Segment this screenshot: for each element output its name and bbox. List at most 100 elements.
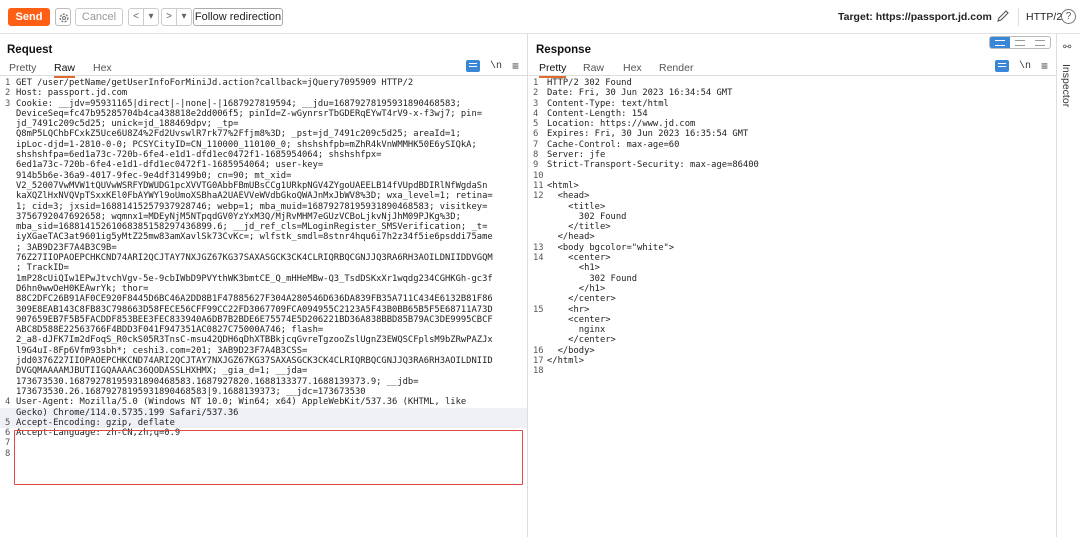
line-text: </html>	[547, 356, 585, 367]
code-line: 17 </html>	[529, 356, 1056, 366]
menu-icon[interactable]: ≡	[512, 60, 519, 72]
line-number: 8	[533, 150, 539, 161]
code-line: Gecko) Chrome/114.0.5735.199 Safari/537.…	[0, 407, 527, 418]
line-text: <head>	[547, 191, 590, 202]
response-tabs: Pretty Raw Hex Render \n ≡	[529, 60, 1056, 78]
code-line: ipLoc-djd=1-2810-0-0; PCSYCityID=CN_1100…	[0, 140, 527, 150]
line-text: D6hn0wwOeH0KEAwrYk; thor=	[16, 283, 149, 294]
response-editor[interactable]: 1 HTTP/2 302 Found 2 Date: Fri, 30 Jun 2023…	[529, 78, 1056, 537]
cancel-button[interactable]: Cancel	[75, 8, 123, 26]
inspector-icon[interactable]: ⚯	[1063, 42, 1071, 53]
newline-toggle-icon[interactable]: \n	[1019, 61, 1031, 72]
code-line: 11 <html>	[529, 181, 1056, 191]
http-version-label[interactable]: HTTP/2	[1026, 11, 1062, 23]
line-number: 12	[533, 191, 544, 202]
code-line: 88C2DFC26B91AF0CE920F8445D6BC46A2DD8B1F4…	[0, 294, 527, 304]
inspector-sidebar[interactable]: ⚯ Inspector	[1056, 34, 1080, 537]
code-line: 2_a8-dJFK7Im2dFoqS_R0ckS05R3TnsC-msu42QD…	[0, 335, 527, 345]
code-line: 173673530.26.16879278195931890468583|9.1…	[0, 387, 527, 397]
code-line: jdd0376Z27IIOPAOEPCHKCND74ARI2QCJTAY7NXJ…	[0, 356, 527, 366]
line-text: ipLoc-djd=1-2810-0-0; PCSYCityID=CN_1100…	[16, 139, 477, 150]
help-icon[interactable]: ?	[1061, 9, 1076, 24]
tab-pretty[interactable]: Pretty	[9, 62, 36, 74]
line-text: Cookie: __jdv=95931165|direct|-|none|-|1…	[16, 98, 461, 109]
line-text: DVGQMAAAAMJBUTIIGQAAAAC36QODASSLHXHMX; _…	[16, 366, 308, 377]
actions-icon[interactable]	[994, 60, 1009, 72]
line-number: 14	[533, 253, 544, 264]
tab-render[interactable]: Render	[659, 62, 693, 74]
code-line: iyXGaeTAC3at9601ig5yMtZ25mw83amXavlSk73C…	[0, 232, 527, 242]
tab-raw[interactable]: Raw	[583, 62, 604, 74]
line-text: 914b5b6e-36a9-4017-9fec-9e4df31499b0; cn…	[16, 170, 292, 181]
inspector-label[interactable]: Inspector	[1060, 64, 1072, 107]
code-line: 907659EB7F5B5FACDDF853BEE3FEC833940A6DB7…	[0, 315, 527, 325]
line-text: Strict-Transport-Security: max-age=86400	[547, 160, 759, 171]
line-text: nginx	[547, 325, 606, 336]
line-text: <html>	[547, 180, 579, 191]
code-line: ABC8D588E22563766F4BDD3F041F947351AC0827…	[0, 325, 527, 335]
code-line: </center>	[529, 335, 1056, 345]
line-text: Expires: Fri, 30 Jun 2023 16:35:54 GMT	[547, 129, 749, 140]
line-text: shshshfpa=6ed1a73c-720b-6fe4-e1d1-dfd1ec…	[16, 150, 382, 161]
line-number: 10	[533, 170, 544, 181]
code-line: <h1>	[529, 263, 1056, 273]
tab-raw[interactable]: Raw	[54, 62, 76, 78]
line-number: 7	[5, 438, 11, 449]
response-title: Response	[536, 44, 591, 56]
tab-pretty[interactable]: Pretty	[539, 62, 567, 78]
tab-hex[interactable]: Hex	[623, 62, 642, 74]
code-line: 12 <head>	[529, 191, 1056, 201]
code-line: 4 Content-Length: 154	[529, 109, 1056, 119]
line-text: <center>	[547, 253, 611, 264]
code-line: kaXQZlHxNVQVpTSxxKEl0FbAYWYl9oUmoXSBhaA2…	[0, 191, 527, 201]
line-number: 15	[533, 304, 544, 315]
line-text: Q8mP5LQChbFCxkZ5Uce6U8Z4%2Fd2UvswlR7rk77…	[16, 129, 461, 140]
actions-icon[interactable]	[465, 60, 480, 72]
follow-redirection-button[interactable]: Follow redirection	[193, 8, 283, 26]
back-nav-group[interactable]: < ▾	[128, 8, 159, 26]
code-line: </h1>	[529, 284, 1056, 294]
line-text: <hr>	[547, 304, 590, 315]
forward-dropdown-icon[interactable]: ▾	[177, 9, 191, 25]
forward-button[interactable]: >	[162, 9, 176, 25]
line-text: GET /user/petName/getUserInfoForMiniJd.a…	[16, 78, 414, 88]
request-title: Request	[7, 44, 53, 56]
line-text: <title>	[547, 201, 606, 212]
newline-toggle-icon[interactable]: \n	[490, 61, 502, 72]
line-text: <body bgcolor="white">	[547, 242, 675, 253]
send-button[interactable]: Send	[8, 8, 50, 26]
tab-hex[interactable]: Hex	[93, 62, 112, 74]
line-text: ABC8D588E22563766F4BDD3F041F947351AC0827…	[16, 325, 324, 336]
response-panel: Response Pretty Raw Hex Render \n ≡ 1 HTT…	[529, 34, 1056, 537]
line-number: 2	[5, 88, 11, 99]
line-text: 302 Found	[547, 211, 627, 222]
code-line: 302 Found	[529, 274, 1056, 284]
line-number: 6	[533, 129, 539, 140]
line-number: 7	[533, 139, 539, 150]
divider	[1018, 8, 1019, 26]
code-line: D6hn0wwOeH0KEAwrYk; thor=	[0, 284, 527, 294]
code-line: ; TrackID=	[0, 263, 527, 273]
code-line: 16 </body>	[529, 346, 1056, 356]
back-button[interactable]: <	[129, 9, 143, 25]
line-text: 907659EB7F5B5FACDDF853BEE3FEC833940A6DB7…	[16, 314, 493, 325]
line-text: iyXGaeTAC3at9601ig5yMtZ25mw83amXavlSk73C…	[16, 232, 493, 243]
code-line: </head>	[529, 232, 1056, 242]
line-text: 6ed1a73c-720b-6fe4-e1d1-dfd1ec0472f1-168…	[16, 160, 324, 171]
menu-icon[interactable]: ≡	[1041, 60, 1048, 72]
code-line: 3 Content-Type: text/html	[529, 99, 1056, 109]
forward-nav-group[interactable]: > ▾	[161, 8, 192, 26]
code-line: 13 <body bgcolor="white">	[529, 243, 1056, 253]
request-editor[interactable]: 1 GET /user/petName/getUserInfoForMiniJd.…	[0, 78, 527, 537]
line-text: Server: jfe	[547, 150, 606, 161]
line-text: kaXQZlHxNVQVpTSxxKEl0FbAYWYl9oUmoXSBhaA2…	[16, 191, 493, 202]
line-text: 1; cid=3; jxsid=16881415257937928746; we…	[16, 201, 488, 212]
code-line: DeviceSeq=fc47b95285704b4ca438818e2dd006…	[0, 109, 527, 119]
code-line: 2 Host: passport.jd.com	[0, 88, 527, 98]
line-number: 8	[5, 448, 11, 459]
line-text: Location: https://www.jd.com	[547, 119, 696, 130]
settings-button[interactable]	[55, 8, 71, 26]
pencil-icon[interactable]	[996, 9, 1010, 23]
line-number: 17	[533, 356, 544, 367]
back-dropdown-icon[interactable]: ▾	[144, 9, 158, 25]
